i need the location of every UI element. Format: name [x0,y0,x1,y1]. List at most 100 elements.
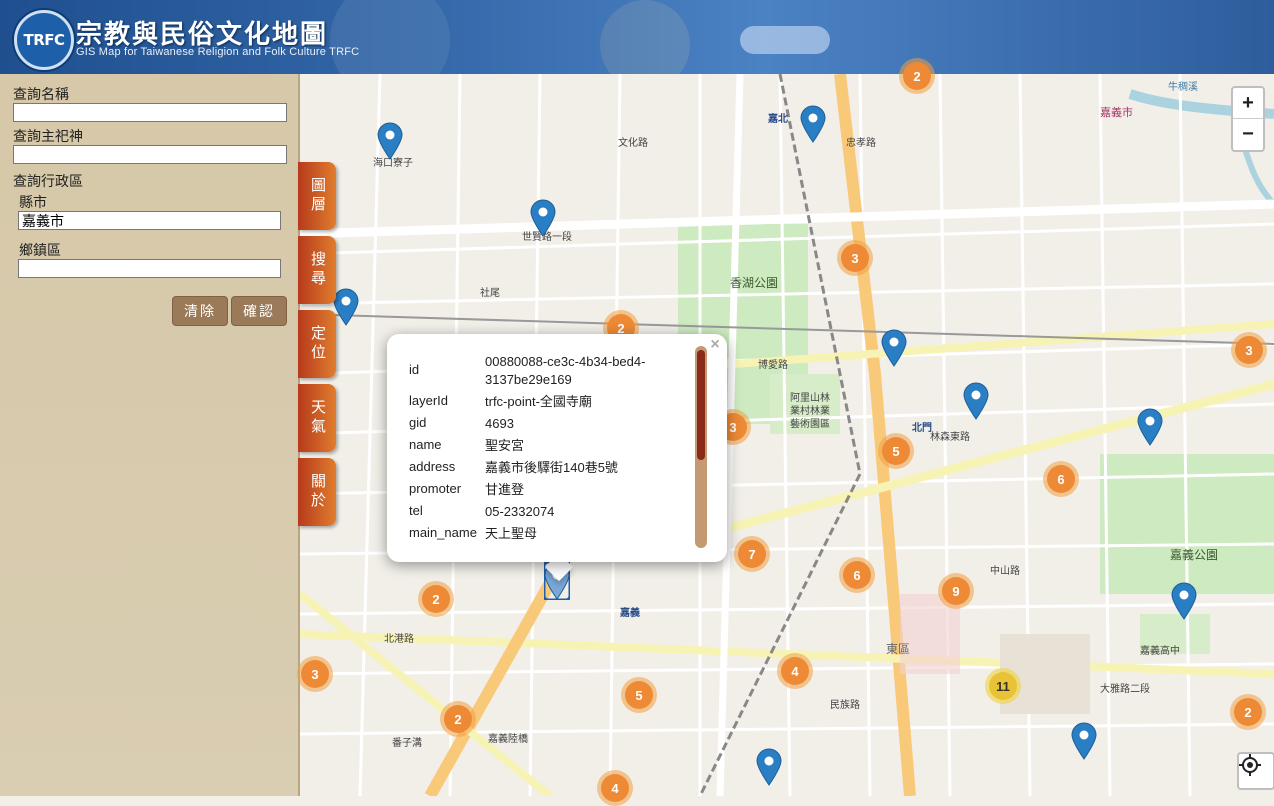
tab-search-label: 搜尋 [309,251,326,289]
zoom-in-button[interactable]: + [1233,88,1263,119]
marker-cluster[interactable]: 6 [839,557,875,593]
zoom-out-button[interactable]: − [1233,119,1263,149]
zoom-control: + − [1231,86,1265,152]
river-label: 牛稠溪 [1168,82,1198,93]
temple-pin-icon[interactable] [1171,582,1197,620]
search-sidebar: 查詢名稱 查詢主祀神 查詢行政區 縣市 鄉鎮區 清除 確認 [0,74,300,796]
popup-key: layerId [409,393,449,408]
deity-label: 查詢主祀神 [13,128,83,144]
cluster-count: 9 [942,577,970,605]
temple-pin-icon[interactable] [333,288,359,326]
tab-layers-label: 圖層 [309,177,326,215]
cluster-count: 6 [843,561,871,589]
temple-pin-icon[interactable] [530,199,556,237]
fanzi-label: 番子溝 [392,738,422,749]
site-subtitle: GIS Map for Taiwanese Religion and Folk … [76,46,360,58]
marker-cluster[interactable]: 4 [597,770,633,806]
cluster-count: 5 [625,681,653,709]
marker-cluster[interactable]: 2 [899,58,935,94]
popup-value: trfc-point-全國寺廟 [485,394,592,409]
marker-cluster[interactable]: 9 [938,573,974,609]
cluster-count: 4 [781,657,809,685]
city-label: 嘉義市 [1100,107,1133,119]
cluster-count: 3 [301,660,329,688]
marker-cluster[interactable]: 11 [985,668,1021,704]
temple-pin-icon[interactable] [756,748,782,786]
temple-pin-icon[interactable] [1071,722,1097,760]
sheiwei-label: 社尾 [480,288,500,299]
name-search-input[interactable] [13,103,287,122]
station-jiayi-label: 嘉義 [620,608,640,619]
cluster-count: 3 [1235,336,1263,364]
cluster-count: 2 [422,585,450,613]
popup-scroll-thumb[interactable] [697,350,705,460]
county-label: 縣市 [19,194,47,210]
jiayi-park-label: 嘉義公園 [1170,548,1219,562]
popup-value: 天上聖母 [485,526,538,541]
tab-locate-label: 定位 [309,325,326,363]
site-header: TRFC 宗教與民俗文化地圖 GIS Map for Taiwanese Rel… [0,0,1274,74]
name-label: 查詢名稱 [13,86,69,102]
marker-cluster[interactable]: 3 [837,240,873,276]
marker-cluster[interactable]: 3 [297,656,333,692]
marker-cluster[interactable]: 7 [734,536,770,572]
town-input[interactable] [18,259,281,278]
popup-key: main_name [409,525,477,540]
popup-key: address [409,459,456,474]
cluster-count: 6 [1047,465,1075,493]
cluster-count: 3 [841,244,869,272]
trfc-logo[interactable]: TRFC [14,10,74,70]
marker-cluster[interactable]: 5 [621,677,657,713]
popup-key: gid [409,415,427,430]
temple-pin-icon[interactable] [377,122,403,160]
road-zhongshan-label: 中山路 [990,566,1020,577]
popup-close-button[interactable]: × [708,336,722,353]
popup-value: 4693 [485,416,514,431]
cluster-count: 2 [444,705,472,733]
county-input[interactable] [18,211,281,230]
cluster-count: 2 [903,62,931,90]
marker-cluster[interactable]: 5 [878,433,914,469]
cluster-count: 7 [738,540,766,568]
east-district-label: 東區 [886,642,911,656]
road-zhongxiao-label: 忠孝路 [846,138,876,149]
cluster-count: 11 [989,672,1017,700]
tab-about[interactable]: 關於 [298,458,336,526]
marker-cluster[interactable]: 4 [777,653,813,689]
temple-pin-icon[interactable] [963,382,989,420]
road-jiayi-bridge-label: 嘉義陸橋 [488,734,528,745]
jiayi-high-label: 嘉義高中 [1140,646,1180,657]
park-label: 香湖公園 [730,276,779,290]
marker-cluster[interactable]: 3 [1231,332,1267,368]
temple-pin-icon[interactable] [881,329,907,367]
marker-cluster[interactable]: 2 [1230,694,1266,730]
tab-weather[interactable]: 天氣 [298,384,336,452]
marker-cluster[interactable]: 2 [418,581,454,617]
temple-pin-icon[interactable] [1137,408,1163,446]
popup-key: promoter [409,481,462,496]
temple-pin-icon[interactable] [800,105,826,143]
road-daya-label: 大雅路二段 [1100,684,1150,695]
locate-me-button[interactable] [1237,752,1274,790]
popup-key: id [409,362,420,377]
deity-search-input[interactable] [13,145,287,164]
confirm-button[interactable]: 確認 [231,296,287,326]
popup-value: 聖安宮 [485,438,525,453]
cluster-count: 4 [601,774,629,802]
popup-key: tel [409,503,423,518]
tab-layers[interactable]: 圖層 [298,162,336,230]
popup-value: 甘進登 [485,482,525,497]
tab-locate[interactable]: 定位 [298,310,336,378]
crosshair-icon [1239,754,1261,776]
tab-weather-label: 天氣 [309,399,326,437]
marker-cluster[interactable]: 2 [440,701,476,737]
road-minzu-label: 民族路 [830,700,860,711]
tab-search[interactable]: 搜尋 [298,236,336,304]
road-wenhua-label: 文化路 [618,138,648,149]
popup-key: name [409,437,442,452]
popup-value: 嘉義市後驛街140巷5號 [485,460,618,475]
cluster-count: 5 [882,437,910,465]
clear-button[interactable]: 清除 [172,296,228,326]
district-label: 查詢行政區 [13,173,83,189]
marker-cluster[interactable]: 6 [1043,461,1079,497]
